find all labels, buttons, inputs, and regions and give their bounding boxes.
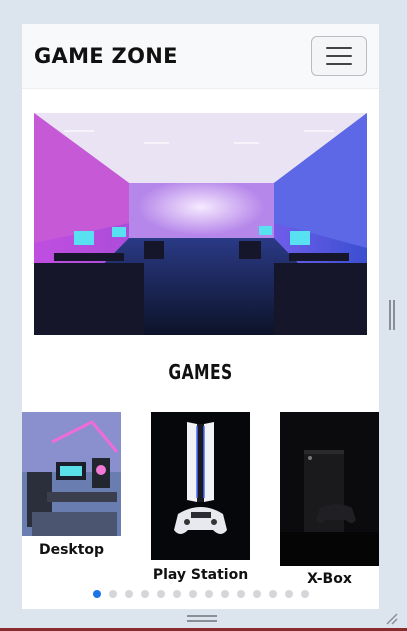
playstation-console-photo bbox=[151, 412, 250, 560]
brand-title[interactable]: GAME ZONE bbox=[34, 44, 178, 68]
top-navbar: GAME ZONE bbox=[22, 24, 379, 89]
card-playstation[interactable]: Play Station bbox=[151, 412, 250, 583]
carousel-indicators bbox=[93, 590, 309, 600]
card-desktop[interactable]: Desktop bbox=[22, 412, 121, 558]
gaming-lounge-photo bbox=[34, 113, 367, 335]
desktop-setup-photo bbox=[22, 412, 121, 536]
carousel-dot[interactable] bbox=[189, 590, 197, 598]
carousel-dot[interactable] bbox=[237, 590, 245, 598]
carousel-dot[interactable] bbox=[301, 590, 309, 598]
carousel-dot[interactable] bbox=[125, 590, 133, 598]
carousel-dot[interactable] bbox=[173, 590, 181, 598]
card-label-xbox: X-Box bbox=[307, 571, 352, 587]
app-window: GAME ZONE GAMES Desktop Play Station X-B… bbox=[0, 0, 407, 631]
card-label-playstation: Play Station bbox=[152, 567, 249, 583]
vertical-resize-handle[interactable] bbox=[388, 300, 395, 330]
web-page: GAME ZONE GAMES Desktop Play Station X-B… bbox=[22, 24, 379, 609]
carousel-dot[interactable] bbox=[253, 590, 261, 598]
card-xbox[interactable]: X-Box bbox=[280, 412, 379, 587]
games-heading: GAMES bbox=[168, 360, 233, 384]
resize-grip-icon[interactable] bbox=[383, 610, 399, 626]
carousel-dot[interactable] bbox=[269, 590, 277, 598]
carousel-dot[interactable] bbox=[285, 590, 293, 598]
carousel-dot[interactable] bbox=[109, 590, 117, 598]
carousel-dot[interactable] bbox=[93, 590, 101, 598]
carousel-dot[interactable] bbox=[157, 590, 165, 598]
carousel-dot[interactable] bbox=[141, 590, 149, 598]
horizontal-resize-handle[interactable] bbox=[187, 615, 217, 623]
card-label-desktop: Desktop bbox=[38, 542, 105, 558]
xbox-console-photo bbox=[280, 412, 379, 566]
carousel-dot[interactable] bbox=[221, 590, 229, 598]
navbar-toggle-button[interactable] bbox=[311, 36, 367, 76]
hamburger-icon bbox=[326, 47, 352, 49]
hero-image bbox=[34, 113, 367, 335]
carousel-dot[interactable] bbox=[205, 590, 213, 598]
